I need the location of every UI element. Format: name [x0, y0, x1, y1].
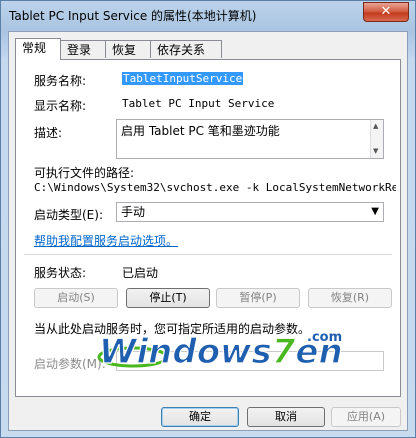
start-params-hint: 当从此处启动服务时，您可指定所适用的启动参数。	[34, 322, 311, 336]
dialog-body: 常规 登录 恢复 依存关系 服务名称: TabletInputService 显…	[8, 31, 408, 431]
title-bar[interactable]: Tablet PC Input Service 的属性(本地计算机) ✕	[1, 1, 415, 31]
service-name-value[interactable]: TabletInputService	[122, 72, 244, 85]
scroll-down-icon[interactable]: ▼	[373, 147, 378, 155]
apply-button[interactable]: 应用(A)	[331, 407, 401, 427]
start-params-label: 启动参数(M):	[34, 357, 106, 371]
chevron-down-icon: ▼	[371, 206, 379, 217]
description-scrollbar[interactable]: ▲ ▼	[370, 120, 383, 158]
startup-type-value: 手动	[121, 205, 146, 219]
startup-type-label: 启动类型(E):	[34, 208, 103, 222]
service-status-label: 服务状态:	[34, 266, 87, 280]
stop-button[interactable]: 停止(T)	[126, 288, 210, 308]
close-button[interactable]: ✕	[363, 2, 409, 22]
service-name-selection[interactable]: TabletInputService	[122, 72, 244, 85]
display-name-value[interactable]: Tablet PC Input Service	[122, 97, 274, 110]
exe-path-label: 可执行文件的路径:	[34, 166, 135, 180]
tab-general[interactable]: 常规	[15, 38, 61, 60]
description-label: 描述:	[34, 126, 63, 140]
exe-path-value[interactable]: C:\Windows\System32\svchost.exe -k Local…	[34, 181, 396, 194]
tab-recovery[interactable]: 恢复	[105, 40, 151, 58]
scroll-up-icon[interactable]: ▲	[373, 122, 378, 130]
start-params-input[interactable]	[116, 351, 384, 371]
resume-button[interactable]: 恢复(R)	[308, 288, 392, 308]
close-icon: ✕	[380, 4, 392, 19]
divider	[24, 254, 392, 255]
description-box[interactable]: 启用 Tablet PC 笔和墨迹功能 ▲ ▼	[116, 119, 384, 159]
service-status-value: 已启动	[122, 266, 159, 280]
startup-type-select[interactable]: 手动 ▼	[116, 202, 384, 222]
tab-dependencies[interactable]: 依存关系	[150, 40, 222, 58]
service-name-label: 服务名称:	[34, 74, 87, 88]
general-panel: 服务名称: TabletInputService 显示名称: Tablet PC…	[15, 59, 401, 397]
tab-logon[interactable]: 登录	[60, 40, 106, 58]
start-button[interactable]: 启动(S)	[34, 288, 118, 308]
help-configure-link[interactable]: 帮助我配置服务启动选项。	[34, 232, 178, 249]
pause-button[interactable]: 暂停(P)	[216, 288, 300, 308]
display-name-label: 显示名称:	[34, 99, 87, 113]
ok-button[interactable]: 确定	[161, 407, 239, 427]
description-value: 启用 Tablet PC 笔和墨迹功能	[121, 124, 280, 138]
properties-window: Tablet PC Input Service 的属性(本地计算机) ✕ 常规 …	[0, 0, 416, 438]
window-title: Tablet PC Input Service 的属性(本地计算机)	[9, 9, 257, 23]
cancel-button[interactable]: 取消	[247, 407, 325, 427]
